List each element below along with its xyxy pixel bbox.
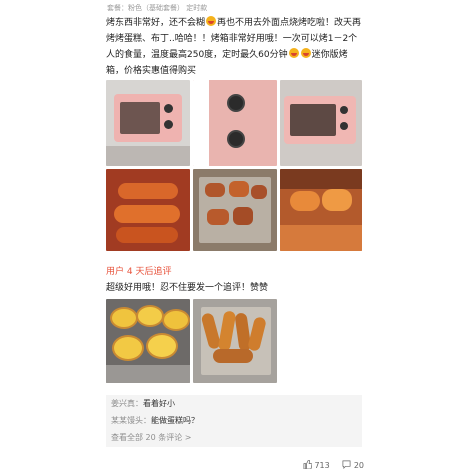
photo-grilled-wings-tray[interactable] <box>193 169 277 251</box>
laughing-emoji-icon <box>206 16 217 26</box>
followup-title: 用户 4 天后追评 <box>106 267 172 277</box>
review-meta: 套餐：粉色（基础套餐） 定时款 <box>107 4 208 12</box>
comment-text: 看着好小 <box>143 399 175 408</box>
photo-grilled-chicken-oven[interactable] <box>280 169 362 251</box>
followup-text: 超级好用哦！忍不住要发一个追评！赞赞 <box>106 283 269 293</box>
comment-row[interactable]: 姜兴真：看着好小 <box>106 395 362 412</box>
comment-author: 姜兴真： <box>111 399 143 408</box>
laughing-emoji-icon <box>288 48 299 58</box>
photo-egg-tarts[interactable] <box>106 299 190 383</box>
comment-text: 能做蛋糕吗？ <box>151 416 199 425</box>
photo-chicken-wings-tray[interactable] <box>193 299 277 383</box>
review-text-part1: 烤东西非常好，还不会糊 <box>106 18 206 28</box>
photo-oven-side[interactable] <box>280 80 362 166</box>
like-count: 713 <box>314 461 330 470</box>
photo-grid-2 <box>106 299 362 383</box>
photo-grid-1 <box>106 80 362 251</box>
comments-box: 姜兴真：看着好小 某某馒头：能做蛋糕吗？ 查看全部 20 条评论 > <box>106 395 362 447</box>
comment-row[interactable]: 某某馒头：能做蛋糕吗？ <box>106 412 362 429</box>
review-text: 烤东西非常好，还不会糊 再也不用去外面点烧烤吃啦！改天再烤烤蛋糕、布丁..哈哈！！… <box>106 15 362 79</box>
comment-author: 某某馒头： <box>111 416 151 425</box>
comment-count: 20 <box>353 461 364 470</box>
photo-oven-front[interactable] <box>106 80 190 166</box>
like-button[interactable]: 713 <box>303 459 332 470</box>
view-all-comments-link[interactable]: 查看全部 20 条评论 > <box>106 429 362 446</box>
comment-button[interactable]: 20 <box>342 460 364 470</box>
stats-bar: 713 20 <box>293 459 364 470</box>
laughing-emoji-icon <box>300 48 311 58</box>
photo-oven-knobs[interactable] <box>193 80 277 166</box>
photo-grilled-fish[interactable] <box>106 169 190 251</box>
